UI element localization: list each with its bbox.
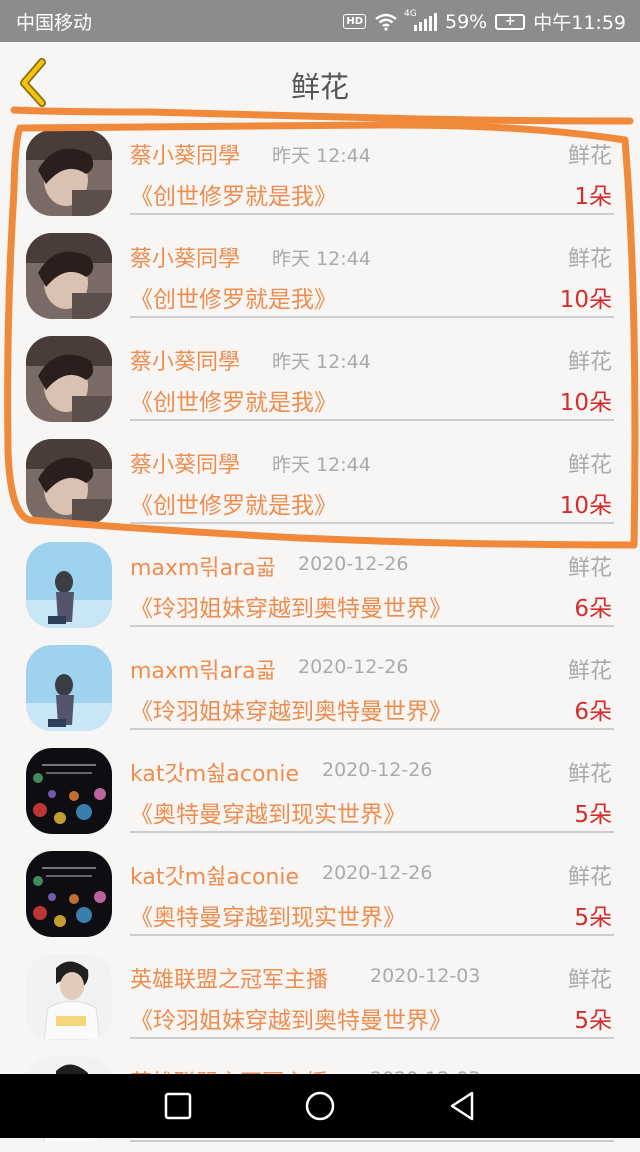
sender-name: maxm릮ara곫	[130, 556, 276, 581]
avatar[interactable]	[26, 645, 112, 731]
nav-bar	[0, 1074, 640, 1138]
timestamp: 昨天 12:44	[272, 454, 371, 476]
list-item[interactable]: 蔡小葵同學 昨天 12:44 鲜花《创世修罗就是我》 10朵	[0, 431, 640, 534]
gift-type-label: 鲜花	[567, 865, 612, 890]
sender-name: maxm릮ara곫	[130, 659, 276, 684]
list-item[interactable]: 英雄联盟之冠军主播 2020-12-03 鲜花《玲羽姐妹穿越到奥特曼世界》 5朵	[0, 946, 640, 1049]
square-icon[interactable]	[160, 1088, 196, 1124]
sender-name: kat갓m쉺aconie	[130, 865, 299, 890]
gift-type-label: 鲜花	[567, 247, 612, 272]
avatar[interactable]	[26, 439, 112, 525]
avatar[interactable]	[26, 954, 112, 1040]
timestamp: 2020-12-26	[322, 759, 433, 781]
divider	[130, 728, 614, 730]
flower-count: 5朵	[574, 1008, 612, 1034]
header: 鲜花	[0, 42, 640, 122]
timestamp: 2020-12-26	[322, 862, 433, 884]
book-title[interactable]: 《玲羽姐妹穿越到奥特曼世界》	[130, 692, 452, 726]
list-item[interactable]: 蔡小葵同學 昨天 12:44 鲜花《创世修罗就是我》 10朵	[0, 225, 640, 328]
flower-count: 10朵	[559, 493, 612, 519]
timestamp: 2020-12-26	[298, 656, 409, 678]
clock: 中午11:59	[533, 12, 626, 34]
avatar[interactable]	[26, 851, 112, 937]
sender-name: 蔡小葵同學	[130, 453, 241, 478]
book-title[interactable]: 《奥特曼穿越到现实世界》	[130, 898, 406, 932]
book-title[interactable]: 《创世修罗就是我》	[130, 383, 337, 417]
timestamp: 昨天 12:44	[272, 145, 371, 167]
avatar[interactable]	[26, 130, 112, 216]
divider	[130, 522, 614, 524]
avatar[interactable]	[26, 336, 112, 422]
list-item[interactable]: 蔡小葵同學 昨天 12:44 鲜花《创世修罗就是我》 10朵	[0, 328, 640, 431]
book-title[interactable]: 《创世修罗就是我》	[130, 177, 337, 211]
gift-type-label: 鲜花	[567, 968, 612, 993]
sender-name: 蔡小葵同學	[130, 350, 241, 375]
timestamp: 2020-12-03	[370, 965, 481, 987]
book-title[interactable]: 《玲羽姐妹穿越到奥特曼世界》	[130, 589, 452, 623]
book-title[interactable]: 《奥特曼穿越到现实世界》	[130, 795, 406, 829]
gift-type-label: 鲜花	[567, 659, 612, 684]
divider	[130, 213, 614, 215]
status-icons: HD 4G 59% + 中午11:59	[343, 8, 626, 35]
timestamp: 昨天 12:44	[272, 351, 371, 373]
gift-type-label: 鲜花	[567, 762, 612, 787]
gift-type-label: 鲜花	[567, 350, 612, 375]
wifi-icon	[375, 13, 397, 31]
divider	[130, 625, 614, 627]
triangle-back-icon[interactable]	[444, 1088, 480, 1124]
flower-count: 10朵	[559, 287, 612, 313]
flower-count: 6朵	[574, 699, 612, 725]
list-item[interactable]: kat갓m쉺aconie 2020-12-26 鲜花《奥特曼穿越到现实世界》 5朵	[0, 843, 640, 946]
avatar[interactable]	[26, 748, 112, 834]
battery-icon: +	[495, 13, 526, 30]
network-type-label: 4G	[404, 8, 417, 19]
divider	[130, 316, 614, 318]
carrier-label: 中国移动	[16, 12, 93, 34]
gift-type-label: 鲜花	[567, 453, 612, 478]
sender-name: 蔡小葵同學	[130, 144, 241, 169]
book-title[interactable]: 《创世修罗就是我》	[130, 486, 337, 520]
avatar[interactable]	[26, 542, 112, 628]
list-item[interactable]: kat갓m쉺aconie 2020-12-26 鲜花《奥特曼穿越到现实世界》 5朵	[0, 740, 640, 843]
list-item[interactable]: maxm릮ara곫 2020-12-26 鲜花《玲羽姐妹穿越到奥特曼世界》 6朵	[0, 637, 640, 740]
timestamp: 昨天 12:44	[272, 248, 371, 270]
status-bar: 中国移动 HD 4G 59% + 中午11:59	[0, 0, 640, 42]
sender-name: 英雄联盟之冠军主播	[130, 968, 329, 993]
list-item[interactable]: maxm릮ara곫 2020-12-26 鲜花《玲羽姐妹穿越到奥特曼世界》 6朵	[0, 534, 640, 637]
sender-name: kat갓m쉺aconie	[130, 762, 299, 787]
flower-count: 5朵	[574, 802, 612, 828]
divider	[130, 1037, 614, 1039]
sender-name: 蔡小葵同學	[130, 247, 241, 272]
divider	[130, 419, 614, 421]
signal-icon: 4G	[404, 9, 437, 31]
avatar[interactable]	[26, 233, 112, 319]
circle-icon[interactable]	[302, 1088, 338, 1124]
divider	[130, 1140, 614, 1142]
page-title: 鲜花	[290, 70, 349, 104]
flower-count: 10朵	[559, 390, 612, 416]
flower-count: 5朵	[574, 905, 612, 931]
book-title[interactable]: 《玲羽姐妹穿越到奥特曼世界》	[130, 1001, 452, 1035]
list-item[interactable]: 蔡小葵同學 昨天 12:44 鲜花《创世修罗就是我》 1朵	[0, 122, 640, 225]
gift-type-label: 鲜花	[567, 556, 612, 581]
divider	[130, 831, 614, 833]
divider	[130, 934, 614, 936]
book-title[interactable]: 《创世修罗就是我》	[130, 280, 337, 314]
gift-type-label: 鲜花	[567, 144, 612, 169]
battery-percent: 59%	[445, 10, 488, 33]
hd-badge: HD	[343, 14, 366, 29]
flower-count: 6朵	[574, 596, 612, 622]
flower-count: 1朵	[574, 184, 612, 210]
timestamp: 2020-12-26	[298, 553, 409, 575]
